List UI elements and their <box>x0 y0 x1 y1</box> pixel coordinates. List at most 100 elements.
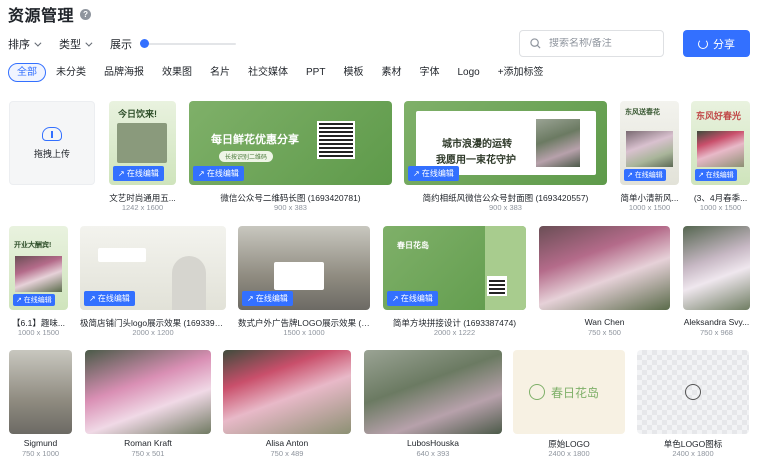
photo-block <box>15 256 62 292</box>
add-tag-button[interactable]: +添加标签 <box>490 63 552 82</box>
upload-dropzone[interactable]: 拖拽上传 <box>9 101 95 185</box>
tag-all[interactable]: 全部 <box>8 63 46 82</box>
shop-sign <box>98 248 146 262</box>
asset-card[interactable]: 春日花岛 原始LOGO 2400 x 1800 <box>513 350 625 462</box>
tag-material[interactable]: 素材 <box>373 63 409 82</box>
asset-thumbnail[interactable] <box>85 350 211 434</box>
asset-card[interactable]: Roman Kraft 750 x 501 <box>85 350 211 462</box>
logo-text: 春日花岛 <box>551 386 600 400</box>
type-dropdown[interactable]: 类型 <box>59 36 93 52</box>
edit-online-button[interactable]: ↗ 在线编辑 <box>193 166 244 181</box>
share-button[interactable]: 分享 <box>683 30 750 57</box>
cloud-upload-icon <box>42 126 62 141</box>
tag-uncategorized[interactable]: 未分类 <box>48 63 94 82</box>
asset-dimensions: 750 x 489 <box>270 449 304 458</box>
question-circle-icon[interactable]: ? <box>80 8 92 20</box>
asset-thumbnail[interactable]: 城市浪漫的运转 我愿用一束花守护 ↗ 在线编辑 <box>404 101 607 185</box>
asset-card[interactable]: Alisa Anton 750 x 489 <box>223 350 351 462</box>
photo-block <box>626 131 673 167</box>
asset-dimensions: 2000 x 1222 <box>433 328 476 337</box>
edit-online-button[interactable]: ↗ 在线编辑 <box>13 294 55 306</box>
asset-card[interactable]: 东风送春花 ↗ 在线编辑 简单小清新风... 1000 x 1500 <box>620 101 679 213</box>
asset-card[interactable]: 城市浪漫的运转 我愿用一束花守护 ↗ 在线编辑 简约相纸风微信公众号封面图 (1… <box>404 101 607 213</box>
asset-thumbnail[interactable]: ↗ 在线编辑 <box>238 226 370 310</box>
hanging-sign <box>274 262 324 290</box>
edit-online-button[interactable]: ↗ 在线编辑 <box>695 169 737 181</box>
asset-card[interactable]: Wan Chen 750 x 500 <box>539 226 670 338</box>
edit-online-button[interactable]: ↗ 在线编辑 <box>408 166 459 181</box>
qr-code <box>317 121 355 159</box>
thumbnail-text: 春日花岛 <box>397 241 429 250</box>
thumbnail-text: 城市浪漫的运转 <box>442 139 512 150</box>
asset-dimensions: 900 x 383 <box>489 203 522 212</box>
asset-dimensions: 750 x 500 <box>588 328 621 337</box>
tag-template[interactable]: 模板 <box>335 63 371 82</box>
photo-block <box>536 119 580 167</box>
block-pattern <box>485 226 526 310</box>
asset-dimensions: 1500 x 1000 <box>283 328 325 337</box>
asset-thumbnail[interactable] <box>364 350 502 434</box>
asset-card[interactable]: 开业大酬宾! ↗ 在线编辑 【6.1】趣味... 1000 x 1500 <box>9 226 68 338</box>
asset-thumbnail[interactable]: 东风送春花 ↗ 在线编辑 <box>620 101 679 185</box>
asset-thumbnail[interactable]: 春日花岛 <box>513 350 625 434</box>
asset-card[interactable]: 今日饮来! ↗ 在线编辑 文艺时尚通用五... 1242 x 1600 <box>109 101 176 213</box>
arch-doorway <box>172 256 206 310</box>
display-size-slider[interactable] <box>140 38 236 50</box>
edit-online-button[interactable]: ↗ 在线编辑 <box>624 169 666 181</box>
asset-dimensions: 750 x 501 <box>131 449 165 458</box>
tag-render[interactable]: 效果图 <box>154 63 200 82</box>
asset-card[interactable]: 每日鲜花优惠分享 长按识别二维码 ↗ 在线编辑 微信公众号二维码长图 (1693… <box>189 101 392 213</box>
upload-label: 拖拽上传 <box>33 148 70 159</box>
asset-thumbnail[interactable]: 春日花岛 ↗ 在线编辑 <box>383 226 526 310</box>
asset-thumbnail[interactable]: 今日饮来! ↗ 在线编辑 <box>109 101 176 185</box>
asset-card[interactable]: 单色LOGO图标 2400 x 1800 <box>637 350 749 462</box>
slider-thumb[interactable] <box>140 39 149 48</box>
tag-logo[interactable]: Logo <box>449 63 487 82</box>
asset-title: Sigmund <box>23 438 58 448</box>
tag-ppt[interactable]: PPT <box>298 63 333 82</box>
asset-card[interactable]: 春日花岛 ↗ 在线编辑 简单方块拼接设计 (1693387474) 2000 x… <box>383 226 526 338</box>
search-input[interactable] <box>549 38 659 49</box>
thumbnail-text: 每日鲜花优惠分享 <box>211 134 299 146</box>
asset-title: Roman Kraft <box>124 438 172 448</box>
tag-filter-bar: 全部 未分类 品牌海报 效果图 名片 社交媒体 PPT 模板 素材 字体 Log… <box>8 63 554 82</box>
asset-thumbnail[interactable]: 东风好春光 ↗ 在线编辑 <box>691 101 750 185</box>
asset-thumbnail[interactable] <box>9 350 72 434</box>
asset-dimensions: 1242 x 1600 <box>121 203 164 212</box>
logo-icon <box>529 384 545 400</box>
photo-block <box>697 131 744 167</box>
asset-card[interactable]: Sigmund 750 x 1000 <box>9 350 72 462</box>
asset-card[interactable]: LubosHouska 640 x 393 <box>364 350 502 462</box>
asset-card[interactable]: 东风好春光 ↗ 在线编辑 (3、4月春季... 1000 x 1500 <box>691 101 750 213</box>
asset-thumbnail[interactable] <box>223 350 351 434</box>
asset-card[interactable]: ↗ 在线编辑 极简店铺门头logo展示效果 (1693390... 2000 x… <box>80 226 226 338</box>
sort-dropdown[interactable]: 排序 <box>8 36 42 52</box>
asset-card[interactable]: ↗ 在线编辑 数式户外广告牌LOGO展示效果 (1... 1500 x 1000 <box>238 226 370 338</box>
toolbar: 排序 类型 展示 <box>8 34 256 54</box>
asset-thumbnail[interactable]: 每日鲜花优惠分享 长按识别二维码 ↗ 在线编辑 <box>189 101 392 185</box>
thumbnail-subtext: 长按识别二维码 <box>219 151 274 162</box>
edit-online-button[interactable]: ↗ 在线编辑 <box>84 291 135 306</box>
asset-dimensions: 900 x 383 <box>274 203 307 212</box>
thumbnail-text: 开业大酬宾! <box>14 242 52 249</box>
tag-social-media[interactable]: 社交媒体 <box>240 63 296 82</box>
search-box[interactable] <box>519 30 664 57</box>
tag-business-card[interactable]: 名片 <box>202 63 238 82</box>
asset-card[interactable]: Aleksandra Svy... 750 x 968 <box>683 226 750 338</box>
edit-online-button[interactable]: ↗ 在线编辑 <box>113 166 164 181</box>
tag-font[interactable]: 字体 <box>411 63 447 82</box>
thumbnail-text: 东风送春花 <box>625 109 660 116</box>
asset-dimensions: 2400 x 1800 <box>548 449 590 458</box>
asset-thumbnail[interactable]: ↗ 在线编辑 <box>80 226 226 310</box>
tag-brand-poster[interactable]: 品牌海报 <box>96 63 152 82</box>
asset-thumbnail[interactable]: 开业大酬宾! ↗ 在线编辑 <box>9 226 68 310</box>
asset-title: Aleksandra Svy... <box>683 317 750 327</box>
asset-thumbnail[interactable] <box>637 350 749 434</box>
asset-thumbnail[interactable] <box>539 226 670 310</box>
asset-dimensions: 640 x 393 <box>416 449 450 458</box>
edit-online-button[interactable]: ↗ 在线编辑 <box>242 291 293 306</box>
page-title: 资源管理 <box>8 8 75 25</box>
asset-thumbnail[interactable] <box>683 226 750 310</box>
edit-online-button[interactable]: ↗ 在线编辑 <box>387 291 438 306</box>
upload-card[interactable]: 拖拽上传 <box>9 101 95 185</box>
